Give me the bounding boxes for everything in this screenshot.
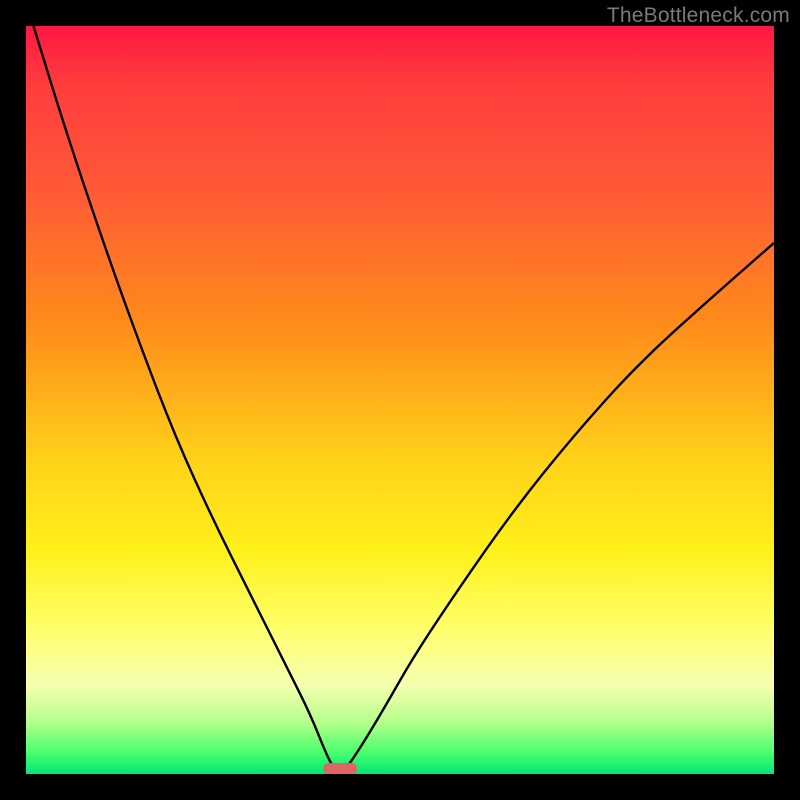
chart-frame: TheBottleneck.com: [0, 0, 800, 800]
watermark-text: TheBottleneck.com: [607, 4, 790, 28]
bottleneck-curve: [33, 26, 774, 772]
optimal-marker: [323, 763, 357, 774]
plot-area: [26, 26, 774, 774]
chart-svg: [26, 26, 774, 774]
